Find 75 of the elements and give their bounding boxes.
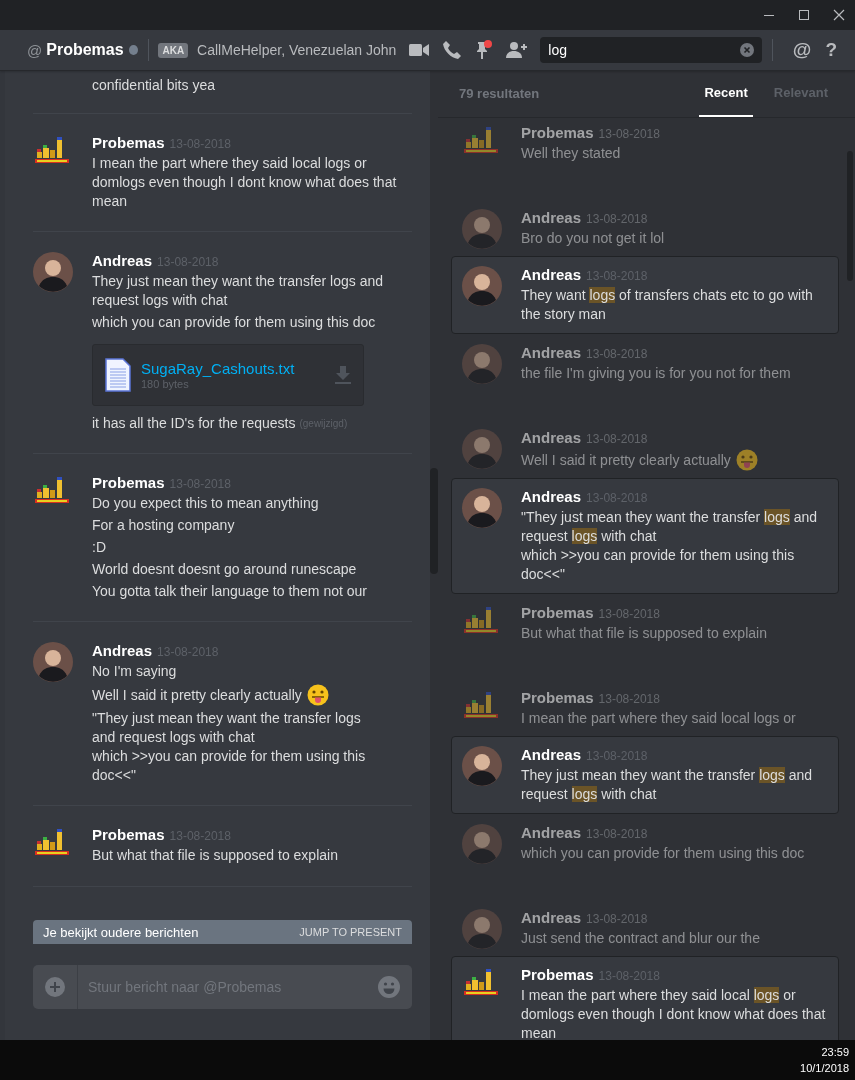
aka-badge: AKA: [158, 42, 189, 58]
person-avatar[interactable]: [33, 642, 73, 682]
message-text: Well they stated: [521, 144, 621, 163]
message-text: confidential bits yea: [33, 70, 412, 114]
message-text: I mean the part where they said local logs or domlogs even though I dont know what does that mean: [92, 154, 398, 211]
author-name: Andreas: [521, 488, 582, 505]
sort-tab[interactable]: Recent: [699, 70, 753, 117]
author-name: Probemas: [521, 124, 594, 141]
message-text: I mean the part where they said local logs or: [521, 709, 796, 728]
author-name: Andreas: [521, 824, 582, 841]
clear-icon[interactable]: [739, 43, 754, 57]
author-name[interactable]: Andreas: [92, 252, 153, 269]
message-text: "They just mean they want the transfer logs and request logs with chat which >>you can provide for them using this doc<<": [521, 508, 819, 584]
message-text: Bro do you not get it lol: [521, 229, 665, 248]
author-name: Probemas: [521, 966, 594, 983]
person-avatar: [462, 746, 502, 786]
person-avatar: [462, 266, 502, 306]
message-text: it has all the ID's for the requests: [92, 414, 296, 433]
author-name: Probemas: [521, 604, 594, 621]
author-name[interactable]: Probemas: [92, 474, 165, 491]
jump-to-present-button[interactable]: JUMP TO PRESENT: [299, 926, 402, 938]
person-avatar: [462, 429, 502, 469]
at-sign: @: [27, 41, 43, 59]
author-name[interactable]: Probemas: [92, 826, 165, 843]
person-avatar: [462, 909, 502, 949]
author-name[interactable]: Probemas: [92, 134, 165, 151]
file-link[interactable]: SugaRay_Cashouts.txt: [141, 360, 335, 377]
author-name: Andreas: [521, 209, 582, 226]
message-text: No I'm saying: [92, 662, 177, 681]
maximize-icon[interactable]: [798, 9, 810, 21]
person-avatar: [462, 344, 502, 384]
person-avatar[interactable]: [33, 252, 73, 292]
author-name: Probemas: [521, 689, 594, 706]
person-avatar: [462, 209, 502, 249]
add-friend-icon[interactable]: [506, 41, 529, 59]
document-icon: [105, 358, 131, 392]
channel-name: Probemas: [46, 41, 124, 59]
author-name: Andreas: [521, 429, 582, 446]
message-text: For a hosting company: [92, 516, 235, 535]
message-text: Just send the contract and blur our the: [521, 929, 760, 948]
message-text: I mean the part where they said local logs or domlogs even though I dont know what does that mean: [521, 986, 827, 1040]
message-text: the file I'm giving you is for you not for them: [521, 364, 791, 383]
clock-date: 10/1/2018: [800, 1061, 849, 1076]
phone-icon[interactable]: [442, 40, 463, 60]
message-text: "They just mean they want the transfer logs and request logs with chat which >>you can provide for them using this doc<<": [92, 709, 367, 785]
scrollbar[interactable]: [430, 468, 438, 574]
author-name: Andreas: [521, 909, 582, 926]
clock-time: 23:59: [821, 1045, 849, 1060]
author-name[interactable]: Andreas: [92, 642, 153, 659]
author-name: Andreas: [521, 746, 582, 763]
author-name: Andreas: [521, 344, 582, 361]
message-text: Do you expect this to mean anything: [92, 494, 319, 513]
message-text: which you can provide for them using this doc: [521, 844, 805, 863]
message-text: World doesnt doesnt go around runescape: [92, 560, 357, 579]
message-text: They want logs of transfers chats etc to go with the story man: [521, 286, 814, 324]
close-icon[interactable]: [833, 9, 845, 21]
aliases: CallMeHelper, Venezuelan John: [197, 42, 397, 58]
message-text: They just mean they want the transfer logs and request logs with chat: [521, 766, 814, 804]
message-text: Well I said it pretty clearly actually: [92, 685, 302, 705]
help-button[interactable]: ?: [821, 39, 841, 61]
result-count: 79 resultaten: [459, 86, 540, 101]
author-name: Andreas: [521, 266, 582, 283]
message-text: Well I said it pretty clearly actually: [521, 450, 731, 470]
banner-text: Je bekijkt oudere berichten: [43, 924, 199, 940]
video-camera-icon[interactable]: [409, 43, 430, 57]
mentions-button[interactable]: @: [788, 39, 816, 61]
person-avatar: [462, 488, 502, 528]
message-text: But what that file is supposed to explain: [92, 846, 338, 865]
message-text: which you can provide for them using this doc: [92, 313, 376, 332]
message-text: But what that file is supposed to explain: [521, 624, 767, 643]
message-text: You gotta talk their language to them not our: [92, 582, 367, 601]
pin-icon[interactable]: [475, 40, 494, 60]
message-text: :D: [92, 538, 106, 557]
search-field[interactable]: log: [540, 37, 762, 63]
person-avatar: [462, 824, 502, 864]
